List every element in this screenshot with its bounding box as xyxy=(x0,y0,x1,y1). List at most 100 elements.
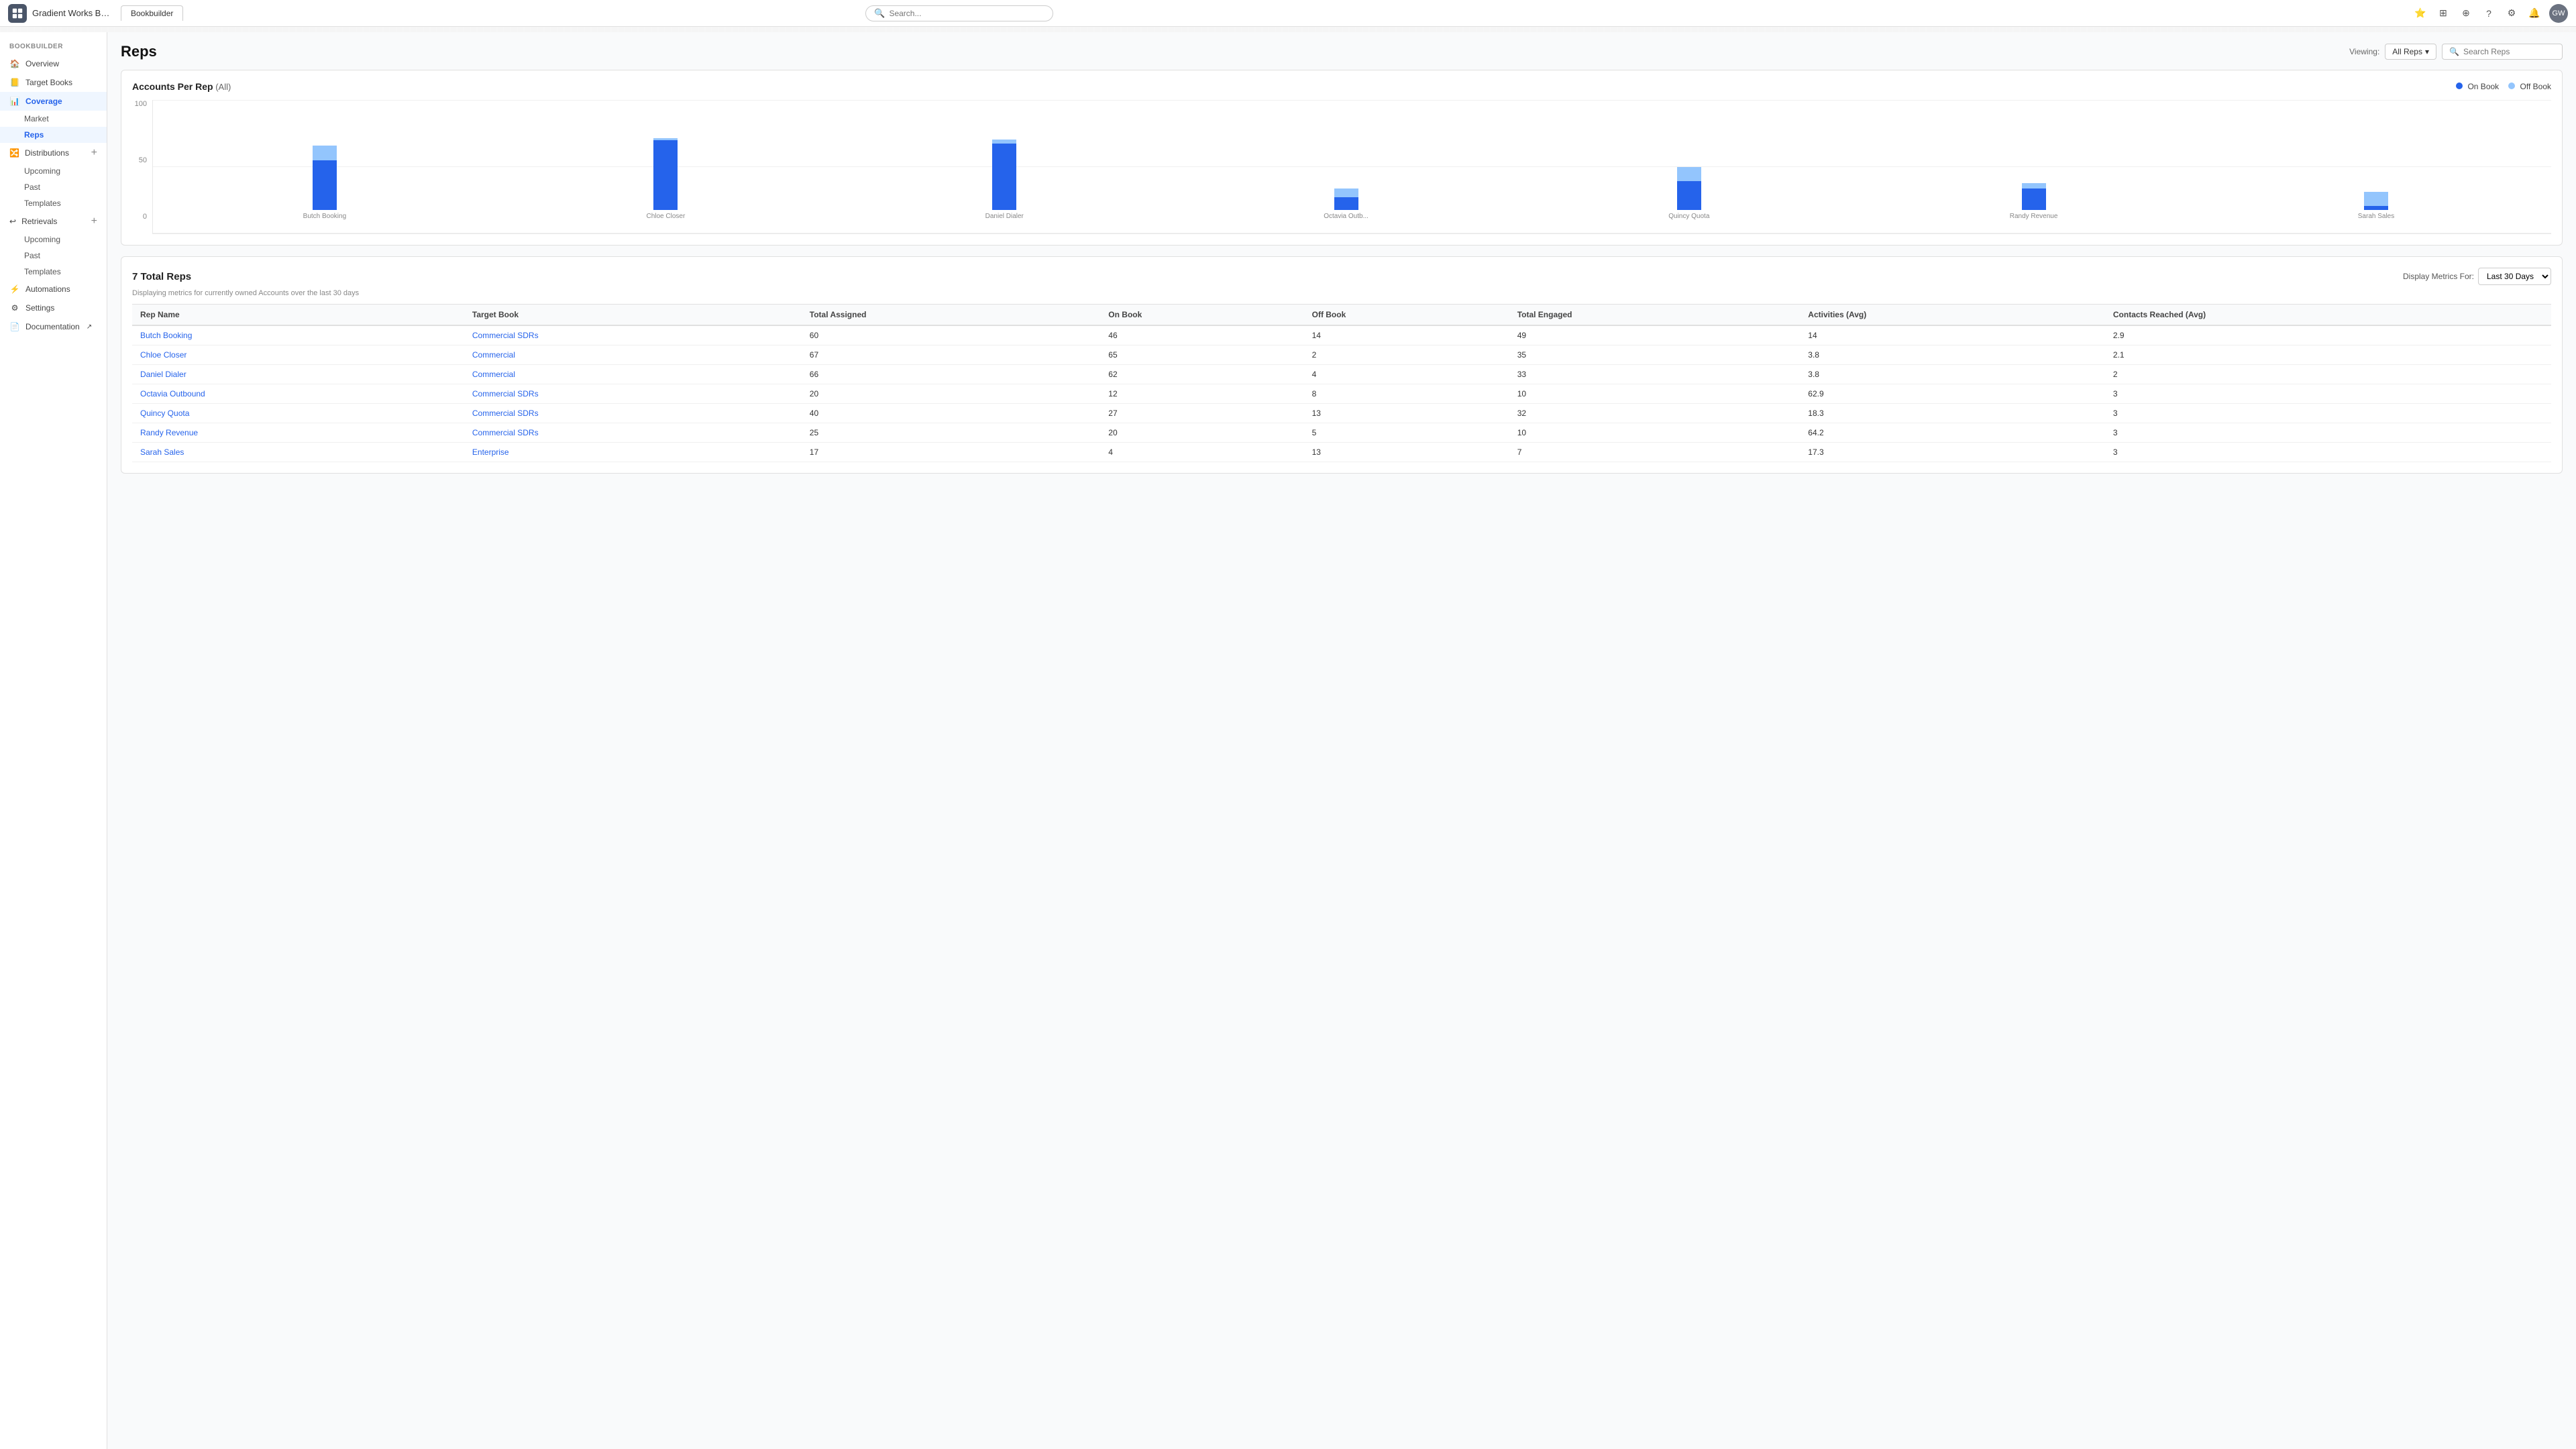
plus-icon[interactable]: ⊕ xyxy=(2458,5,2474,21)
table-cell: 3.8 xyxy=(1800,365,2105,384)
rep-name-cell[interactable]: Sarah Sales xyxy=(132,443,464,462)
external-link-icon: ↗ xyxy=(87,323,92,331)
bell-icon[interactable]: 🔔 xyxy=(2526,5,2542,21)
automations-icon: ⚡ xyxy=(9,284,20,294)
distribute-icon: 🔀 xyxy=(9,148,19,158)
global-search[interactable]: 🔍 xyxy=(865,5,1053,21)
viewing-dropdown[interactable]: All Reps ▾ xyxy=(2385,44,2436,60)
sidebar-item-coverage[interactable]: 📊 Coverage xyxy=(0,92,107,111)
app-logo[interactable] xyxy=(8,4,27,23)
off-book-bar xyxy=(2364,192,2388,206)
metrics-dropdown[interactable]: Last 30 Days xyxy=(2478,268,2551,285)
on-book-bar xyxy=(1334,197,1358,210)
table-cell: 27 xyxy=(1100,404,1303,423)
sidebar-item-target-books[interactable]: 📒 Target Books xyxy=(0,73,107,92)
avatar[interactable]: GW xyxy=(2549,4,2568,23)
rep-name-cell[interactable]: Butch Booking xyxy=(132,325,464,345)
search-reps-field[interactable] xyxy=(2463,47,2555,56)
rep-name-cell[interactable]: Randy Revenue xyxy=(132,423,464,443)
table-cell[interactable]: Enterprise xyxy=(464,443,802,462)
sidebar-item-distributions-label: Distributions xyxy=(25,148,69,158)
topbar: Gradient Works Bo... Bookbuilder 🔍 ⭐ ⊞ ⊕… xyxy=(0,0,2576,27)
table-cell: 66 xyxy=(802,365,1101,384)
table-cell: 13 xyxy=(1304,404,1509,423)
table-row: Randy RevenueCommercial SDRs252051064.23 xyxy=(132,423,2551,443)
sidebar-sub-reps[interactable]: Reps xyxy=(0,127,107,143)
metrics-label: Display Metrics For: xyxy=(2403,272,2474,281)
distributions-plus-icon[interactable]: + xyxy=(91,147,97,159)
table-cell[interactable]: Commercial SDRs xyxy=(464,325,802,345)
table-cell[interactable]: Commercial SDRs xyxy=(464,404,802,423)
chart-bars: Butch BookingChloe CloserDaniel DialerOc… xyxy=(153,100,2544,233)
metrics-select: Display Metrics For: Last 30 Days xyxy=(2403,268,2551,285)
table-cell: 62 xyxy=(1100,365,1303,384)
table-cell: 49 xyxy=(1509,325,1801,345)
table-cell[interactable]: Commercial xyxy=(464,345,802,365)
sidebar-item-overview[interactable]: 🏠 Overview xyxy=(0,54,107,73)
table-cell: 10 xyxy=(1509,384,1801,404)
rep-name-cell[interactable]: Daniel Dialer xyxy=(132,365,464,384)
star-icon[interactable]: ⭐ xyxy=(2412,5,2428,21)
rep-name-cell[interactable]: Octavia Outbound xyxy=(132,384,464,404)
bookbuilder-tab[interactable]: Bookbuilder xyxy=(121,5,183,21)
off-book-bar xyxy=(1677,167,1701,181)
table-cell: 14 xyxy=(1800,325,2105,345)
global-search-input[interactable] xyxy=(889,9,1044,18)
sidebar-item-retrievals[interactable]: ↩ Retrievals + xyxy=(0,211,107,231)
question-icon[interactable]: ? xyxy=(2481,5,2497,21)
sidebar-item-overview-label: Overview xyxy=(25,59,59,68)
table-cell[interactable]: Commercial xyxy=(464,365,802,384)
off-book-bar xyxy=(313,146,337,160)
grid-icon[interactable]: ⊞ xyxy=(2435,5,2451,21)
layout: BOOKBUILDER 🏠 Overview 📒 Target Books 📊 … xyxy=(0,32,2576,1449)
topbar-icon-group: ⭐ ⊞ ⊕ ? ⚙ 🔔 GW xyxy=(2412,4,2568,23)
table-row: Octavia OutboundCommercial SDRs201281062… xyxy=(132,384,2551,404)
table-cell: 4 xyxy=(1304,365,1509,384)
sidebar-item-distributions[interactable]: 🔀 Distributions + xyxy=(0,143,107,163)
retrievals-plus-icon[interactable]: + xyxy=(91,215,97,227)
bar-group: Octavia Outb... xyxy=(1324,189,1368,220)
sidebar-sub-dist-templates[interactable]: Templates xyxy=(0,195,107,211)
table-cell: 3.8 xyxy=(1800,345,2105,365)
on-book-bar xyxy=(313,160,337,210)
docs-icon: 📄 xyxy=(9,321,20,332)
rep-name-cell[interactable]: Quincy Quota xyxy=(132,404,464,423)
rep-name-cell[interactable]: Chloe Closer xyxy=(132,345,464,365)
table-cell: 3 xyxy=(2105,404,2551,423)
table-cell: 13 xyxy=(1304,443,1509,462)
page-title: Reps xyxy=(121,43,157,60)
sidebar-sub-dist-past[interactable]: Past xyxy=(0,179,107,195)
bar-label: Chloe Closer xyxy=(646,213,685,220)
table-cell: 67 xyxy=(802,345,1101,365)
table-cell: 62.9 xyxy=(1800,384,2105,404)
sidebar-sub-ret-templates[interactable]: Templates xyxy=(0,264,107,280)
search-icon: 🔍 xyxy=(874,8,885,19)
table-cell: 3 xyxy=(2105,423,2551,443)
viewing-label: Viewing: xyxy=(2349,47,2379,56)
table-cell[interactable]: Commercial SDRs xyxy=(464,423,802,443)
table-cell: 2.1 xyxy=(2105,345,2551,365)
sidebar: BOOKBUILDER 🏠 Overview 📒 Target Books 📊 … xyxy=(0,32,107,1449)
off-book-dot xyxy=(2508,83,2515,89)
on-book-bar xyxy=(653,140,678,210)
sidebar-item-coverage-label: Coverage xyxy=(25,97,62,106)
sidebar-sub-dist-upcoming[interactable]: Upcoming xyxy=(0,163,107,179)
table-cell[interactable]: Commercial SDRs xyxy=(464,384,802,404)
sidebar-item-automations[interactable]: ⚡ Automations xyxy=(0,280,107,299)
chart-bars-container: Butch BookingChloe CloserDaniel DialerOc… xyxy=(152,100,2551,234)
sidebar-item-documentation[interactable]: 📄 Documentation ↗ xyxy=(0,317,107,336)
chevron-down-icon: ▾ xyxy=(2425,47,2429,56)
table-cell: 46 xyxy=(1100,325,1303,345)
gear-icon[interactable]: ⚙ xyxy=(2504,5,2520,21)
search-reps-input[interactable]: 🔍 xyxy=(2442,44,2563,60)
sidebar-sub-ret-past[interactable]: Past xyxy=(0,248,107,264)
sidebar-sub-ret-upcoming[interactable]: Upcoming xyxy=(0,231,107,248)
table-row: Chloe CloserCommercial67652353.82.1 xyxy=(132,345,2551,365)
sidebar-item-settings[interactable]: ⚙ Settings xyxy=(0,299,107,317)
table-col-header: On Book xyxy=(1100,305,1303,326)
sidebar-item-settings-label: Settings xyxy=(25,303,54,313)
viewing-value: All Reps xyxy=(2392,47,2422,56)
bar-label: Daniel Dialer xyxy=(985,213,1024,220)
sidebar-sub-market[interactable]: Market xyxy=(0,111,107,127)
table-cell: 60 xyxy=(802,325,1101,345)
